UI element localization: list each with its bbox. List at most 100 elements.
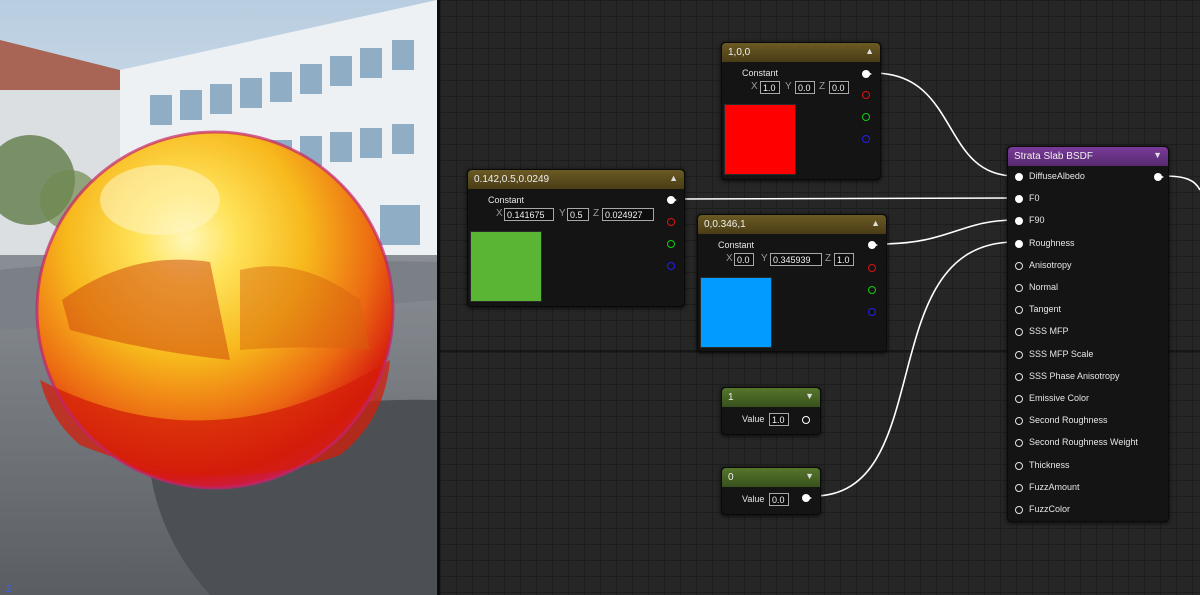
input-pin[interactable] [1015,261,1023,270]
input-label: Tangent [1029,304,1062,315]
z-value-field[interactable]: 0.0 [829,81,849,94]
output-pin-r[interactable] [667,218,675,226]
node-header[interactable]: 1 ▼ [722,388,820,407]
output-pin-g[interactable] [868,286,876,294]
constant-scalar-node-zero[interactable]: 0 ▼ Value 0.0 [721,467,821,515]
node-header[interactable]: Strata Slab BSDF ▼ [1008,147,1168,166]
bsdf-input-tangent[interactable]: Tangent [1008,302,1158,318]
input-pin[interactable] [1015,173,1023,181]
collapse-chevron-icon[interactable]: ▲ [871,218,880,228]
z-value-field[interactable]: 1.0 [834,253,854,266]
value-field[interactable]: 0.0 [769,493,789,506]
input-pin[interactable] [1015,506,1023,514]
output-pin-r[interactable] [868,264,876,272]
axis-z-label: Z [825,253,832,264]
wire-blue-to-f90 [879,219,1016,245]
input-label: SSS Phase Anisotropy [1029,370,1120,381]
material-preview-viewport[interactable]: Z [0,0,437,595]
x-value-field[interactable]: 0.0 [734,253,754,266]
material-graph-canvas[interactable]: 1,0,0 ▲ Constant X 1.0 Y 0.0 Z 0.0 0.142… [440,0,1200,595]
y-value-field[interactable]: 0.5 [567,208,589,221]
axis-y-label: Y [785,81,792,92]
input-pin[interactable] [1015,395,1023,403]
bsdf-input-fuzzamount[interactable]: FuzzAmount [1008,480,1158,496]
x-value-field[interactable]: 0.141675 [504,208,554,221]
color-preview-swatch [470,231,542,302]
input-label: Thickness [1029,459,1070,470]
collapse-chevron-icon[interactable]: ▼ [805,391,814,401]
bsdf-input-fuzzcolor[interactable]: FuzzColor [1008,502,1158,518]
input-label: Roughness [1029,237,1075,248]
input-pin[interactable] [1015,306,1023,315]
output-pin-rgb[interactable] [667,196,677,204]
input-pin[interactable] [1015,439,1023,448]
input-pin[interactable] [1015,328,1023,337]
bsdf-input-f90[interactable]: F90 [1008,213,1158,229]
y-value-field[interactable]: 0.345939 [770,253,822,266]
axis-indicator-label: Z [6,584,12,594]
bsdf-input-roughness[interactable]: Roughness [1008,236,1158,252]
bsdf-input-diffusealbedo[interactable]: DiffuseAlbedo [1008,169,1158,185]
node-header[interactable]: 0 ▼ [722,468,820,487]
input-pin[interactable] [1015,483,1023,492]
collapse-chevron-icon[interactable]: ▼ [1153,150,1162,160]
input-label: DiffuseAlbedo [1029,171,1085,181]
constant-scalar-node-one[interactable]: 1 ▼ Value 1.0 [721,387,821,435]
output-pin-b[interactable] [862,135,870,143]
y-value-field[interactable]: 0.0 [795,81,815,94]
output-pin-b[interactable] [868,308,876,316]
axis-z-label: Z [593,208,600,219]
node-title: 1 [728,392,734,403]
bsdf-input-thickness[interactable]: Thickness [1008,458,1158,474]
input-pin[interactable] [1015,284,1023,292]
bsdf-input-second-roughness[interactable]: Second Roughness [1008,413,1158,429]
constant3vector-node-red[interactable]: 1,0,0 ▲ Constant X 1.0 Y 0.0 Z 0.0 [721,42,881,180]
input-pin[interactable] [1015,417,1023,426]
bsdf-input-sss-mfp-scale[interactable]: SSS MFP Scale [1008,347,1158,363]
input-pin[interactable] [1015,372,1023,381]
node-header[interactable]: 1,0,0 ▲ [722,43,880,62]
output-pin-rgb[interactable] [862,70,872,78]
value-label: Value [742,494,765,504]
color-preview-swatch [700,277,772,348]
output-pin-rgb[interactable] [868,241,878,249]
input-pin[interactable] [1015,217,1023,226]
bsdf-input-anisotropy[interactable]: Anisotropy [1008,258,1158,274]
input-pin[interactable] [1015,350,1023,359]
bsdf-input-emissive-color[interactable]: Emissive Color [1008,391,1158,407]
node-header[interactable]: 0.142,0.5,0.0249 ▲ [468,170,684,189]
output-pin-r[interactable] [862,91,870,99]
value-field[interactable]: 1.0 [769,413,789,426]
bsdf-input-second-roughness-weight[interactable]: Second Roughness Weight [1008,435,1158,451]
output-pin[interactable] [802,494,812,502]
value-label: Value [742,414,765,424]
bsdf-input-sss-phase-anisotropy[interactable]: SSS Phase Anisotropy [1008,369,1158,385]
input-label: F0 [1029,193,1040,204]
input-pin[interactable] [1015,461,1023,470]
axis-z-label: Z [819,81,826,92]
z-value-field[interactable]: 0.024927 [602,208,654,221]
collapse-chevron-icon[interactable]: ▼ [805,471,814,481]
collapse-chevron-icon[interactable]: ▲ [669,173,678,183]
bsdf-input-normal[interactable]: Normal [1008,280,1158,296]
bsdf-input-sss-mfp[interactable]: SSS MFP [1008,324,1158,340]
input-label: Emissive Color [1029,393,1090,403]
x-value-field[interactable]: 1.0 [760,81,780,94]
node-title: 0,0.346,1 [704,219,746,230]
input-pin[interactable] [1015,239,1023,248]
input-label: Normal [1029,282,1059,292]
output-pin-g[interactable] [862,113,870,121]
bsdf-input-f0[interactable]: F0 [1008,191,1158,207]
wire-red-to-diffusealbedo [872,72,1016,177]
collapse-chevron-icon[interactable]: ▲ [865,46,874,56]
input-label: Second Roughness [1029,415,1108,426]
output-pin-b[interactable] [667,262,675,270]
constant3vector-node-blue[interactable]: 0,0.346,1 ▲ Constant X 0.0 Y 0.345939 Z … [697,214,887,352]
input-label: FuzzAmount [1029,481,1080,492]
strata-slab-bsdf-node[interactable]: Strata Slab BSDF ▼ DiffuseAlbedo F0 F90 Rou… [1007,146,1169,522]
constant3vector-node-green[interactable]: 0.142,0.5,0.0249 ▲ Constant X 0.141675 Y… [467,169,685,307]
node-header[interactable]: 0,0.346,1 ▲ [698,215,886,234]
output-pin[interactable] [802,416,810,424]
output-pin-g[interactable] [667,240,675,248]
input-pin[interactable] [1015,195,1023,204]
